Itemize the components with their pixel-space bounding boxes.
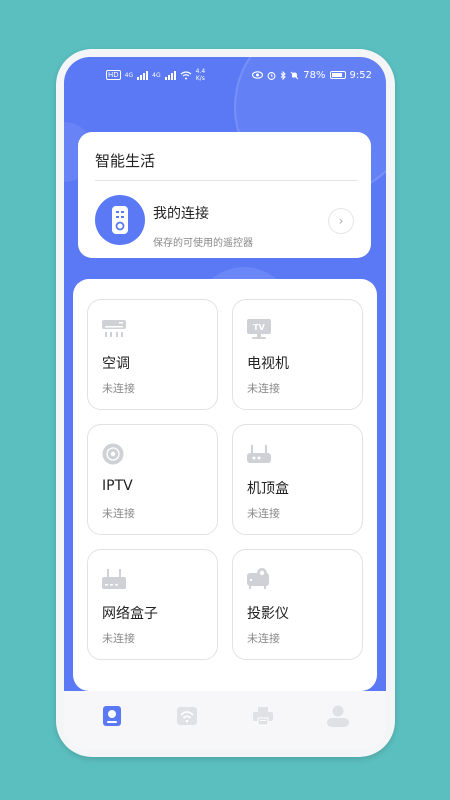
- smart-life-card: 智能生活 我的连接 保存的可使用的遥控器 ›: [78, 132, 371, 258]
- tab-remote[interactable]: [97, 701, 127, 731]
- tab-profile[interactable]: [323, 701, 353, 731]
- signal-icon: [164, 70, 176, 80]
- device-status: 未连接: [247, 382, 280, 395]
- clock: 9:52: [349, 69, 372, 81]
- card-title: 智能生活: [95, 152, 156, 170]
- alarm-icon: [267, 71, 276, 80]
- my-connections-subtitle: 保存的可使用的遥控器: [153, 238, 253, 249]
- bluetooth-icon: [280, 70, 287, 80]
- set-top-box-icon: [247, 445, 271, 463]
- profile-icon: [327, 705, 350, 727]
- device-card-air-conditioner[interactable]: 空调 未连接: [87, 299, 218, 410]
- eye-icon: [252, 71, 264, 79]
- mute-icon: [290, 71, 299, 79]
- tv-icon: TV: [247, 319, 271, 339]
- device-card-projector[interactable]: 投影仪 未连接: [232, 549, 363, 660]
- device-card-network-box[interactable]: 网络盒子 未连接: [87, 549, 218, 660]
- device-name: 投影仪: [247, 606, 289, 622]
- divider: [95, 180, 357, 181]
- device-name: 机顶盒: [247, 481, 289, 497]
- device-panel: 空调 未连接 TV 电视机 未连接 IPTV 未连接 机顶盒 未连接 网络盒子 …: [73, 279, 377, 691]
- bottom-tab-bar: [64, 691, 386, 749]
- network-type-label: 4G: [124, 71, 134, 79]
- network-type-label: 4G: [152, 71, 161, 79]
- router-icon: [102, 569, 126, 589]
- wifi-icon: [177, 707, 198, 725]
- device-name: IPTV: [102, 478, 133, 494]
- battery-icon: [329, 71, 346, 79]
- device-card-set-top-box[interactable]: 机顶盒 未连接: [232, 424, 363, 535]
- status-bar: HD 4G 4G 4.4 K/s 78% 9:52: [64, 57, 386, 93]
- device-status: 未连接: [247, 507, 280, 520]
- device-card-tv[interactable]: TV 电视机 未连接: [232, 299, 363, 410]
- battery-percent: 78%: [303, 69, 326, 81]
- tab-wifi[interactable]: [172, 701, 202, 731]
- device-status: 未连接: [102, 632, 135, 645]
- device-name: 空调: [102, 356, 130, 372]
- chevron-right-icon[interactable]: ›: [328, 208, 354, 234]
- signal-icon: [137, 70, 149, 80]
- my-connections-title[interactable]: 我的连接: [153, 203, 209, 223]
- device-card-iptv[interactable]: IPTV 未连接: [87, 424, 218, 535]
- disc-icon: [102, 443, 124, 465]
- device-status: 未连接: [102, 382, 135, 395]
- printer-icon: [252, 707, 273, 726]
- hd-indicator: HD: [106, 70, 121, 80]
- network-speed: 4.4 K/s: [195, 68, 206, 82]
- remote-control-icon[interactable]: [95, 195, 145, 245]
- device-status: 未连接: [247, 632, 280, 645]
- wifi-status-icon: [180, 70, 191, 79]
- svg-text:TV: TV: [253, 323, 265, 332]
- tab-printer[interactable]: [248, 701, 278, 731]
- device-status: 未连接: [102, 507, 135, 520]
- device-name: 电视机: [247, 356, 289, 372]
- app-screen: HD 4G 4G 4.4 K/s 78% 9:52 智能生活 我的连接 保存的可…: [64, 57, 386, 749]
- device-name: 网络盒子: [102, 606, 158, 622]
- projector-icon: [247, 568, 269, 589]
- remote-tab-icon: [102, 706, 121, 726]
- air-conditioner-icon: [102, 320, 126, 337]
